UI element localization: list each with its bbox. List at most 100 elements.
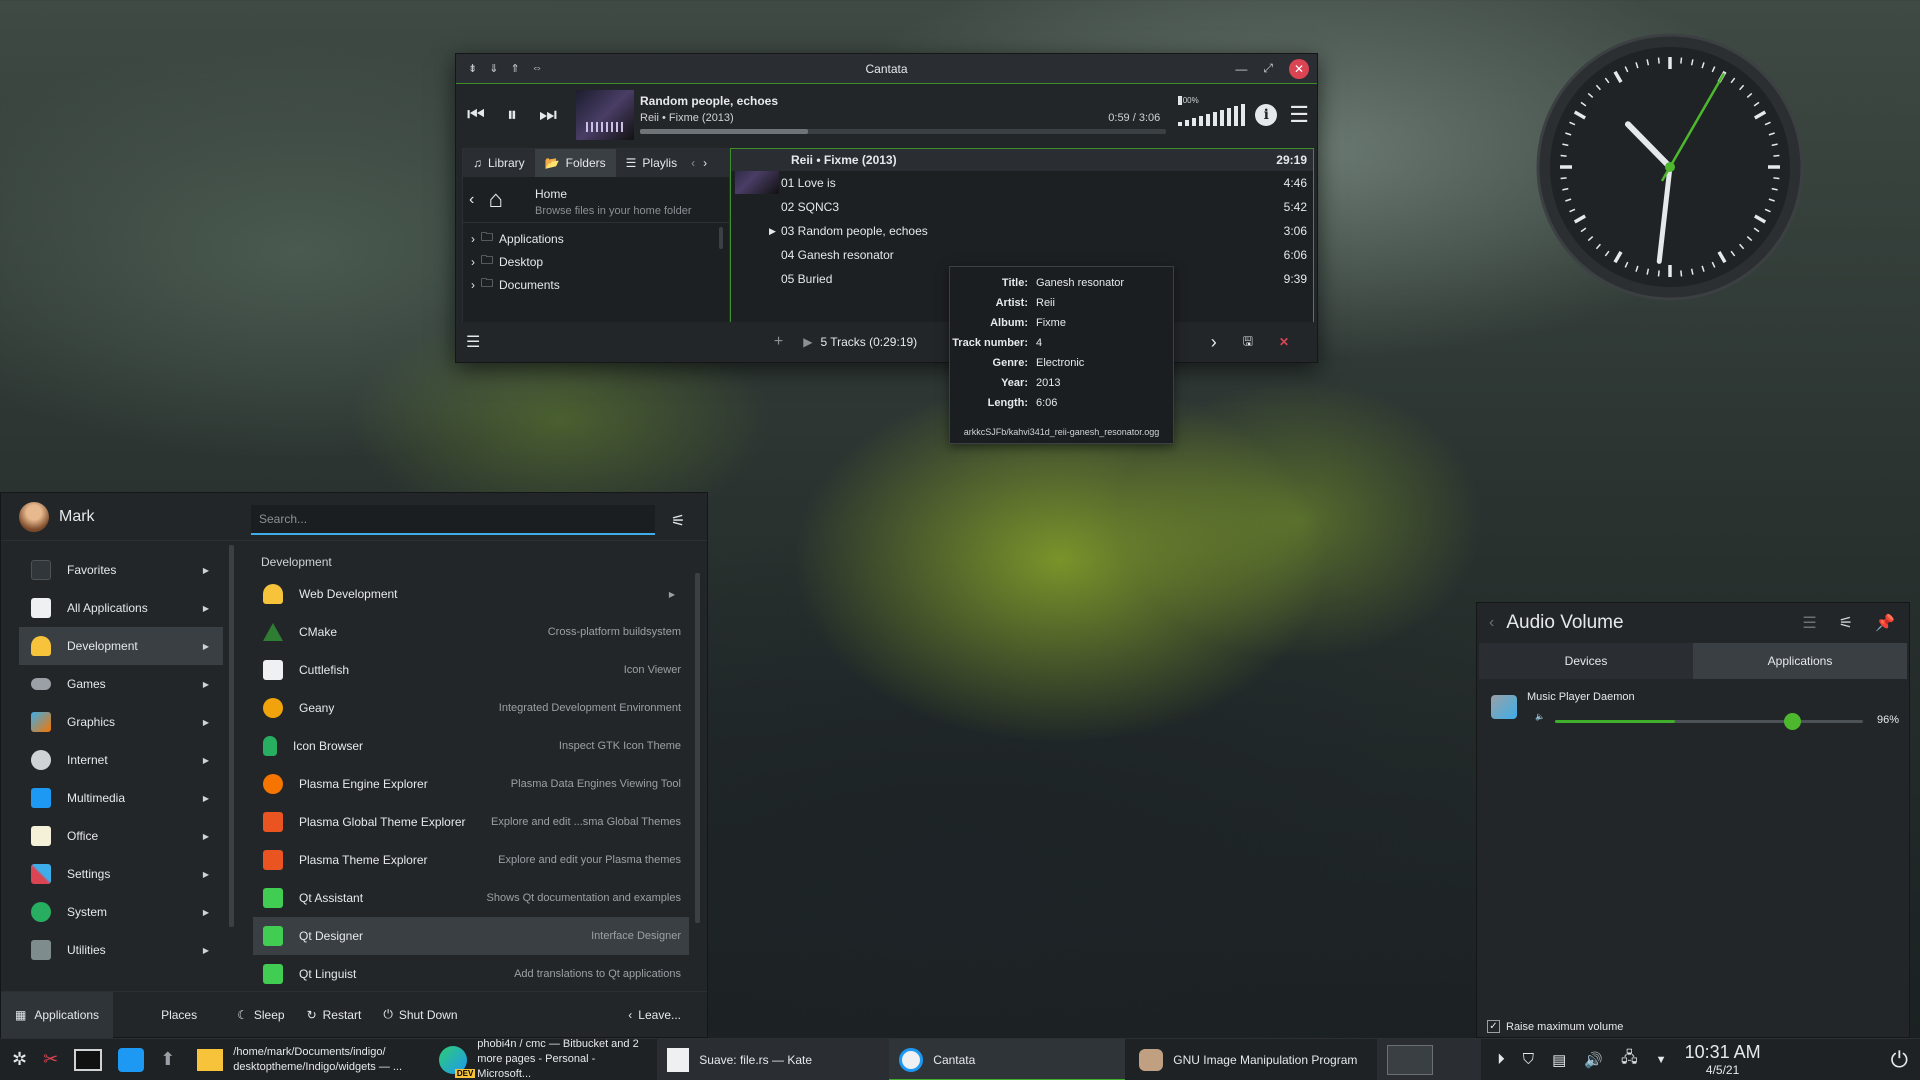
track-row[interactable]: 02 SQNC3 5:42 [731,195,1313,219]
tabs-scroll-left-icon[interactable]: ‹ [687,149,699,177]
list-item[interactable]: Geany Integrated Development Environment [253,689,689,727]
list-item[interactable]: Plasma Engine Explorer Plasma Data Engine… [253,765,689,803]
sidebar-item-internet[interactable]: Internet ▶ [19,741,223,779]
list-item[interactable]: Qt Assistant Shows Qt documentation and e… [253,879,689,917]
minimize-icon[interactable]: — [1235,62,1247,76]
tools-icon[interactable]: ✂ [43,1049,58,1070]
volume-control[interactable]: 100% [1178,96,1246,126]
tabs-scroll-right-icon[interactable]: › [699,149,711,177]
task-cantata[interactable]: Cantata [889,1038,1126,1080]
sidebar-item-system[interactable]: System ▶ [19,893,223,931]
pager[interactable] [1377,1038,1482,1080]
raise-max-volume-checkbox[interactable]: ✓ Raise maximum volume [1487,1020,1623,1033]
menu-icon[interactable]: ☰ [466,332,480,352]
list-item[interactable]: Plasma Global Theme Explorer Explore and … [253,803,689,841]
folder-item[interactable]: › 🗀 Desktop [463,250,729,273]
expand-arrow-icon[interactable]: › [471,278,475,292]
tab-applications[interactable]: Applications [1693,643,1907,679]
play-icon[interactable]: ▶ [803,335,812,349]
sidebar-item-office[interactable]: Office ▶ [19,817,223,855]
tab-places[interactable]: Places [113,992,211,1038]
network-icon[interactable]: 🖧 [1621,1047,1638,1072]
folder-item[interactable]: › 🗀 Applications [463,227,729,250]
clipboard-icon[interactable]: ▤ [1552,1051,1566,1069]
tab-applications[interactable]: ▦ Applications [1,991,114,1038]
list-icon[interactable]: ☰ [1802,613,1816,633]
task-edge[interactable]: DEV phobi4n / cmc — Bitbucket and 2 more … [429,1038,657,1080]
previous-track-button[interactable]: ⏮ [464,104,488,127]
mute-icon[interactable]: 🔈 [1535,712,1545,721]
keep-above-icon[interactable]: ⇑ [510,62,519,75]
menu-icon[interactable]: ☰ [1289,102,1309,128]
list-item[interactable]: Qt Designer Interface Designer [253,917,689,955]
list-item[interactable]: Cuttlefish Icon Viewer [253,651,689,689]
expand-arrow-icon[interactable]: › [471,255,475,269]
next-track-button[interactable]: ⏭ [536,104,560,127]
back-icon[interactable]: ‹ [1489,614,1494,632]
search-input[interactable]: Search... [251,505,655,535]
track-row[interactable]: 01 Love is 4:46 [731,171,1313,195]
track-row[interactable]: ▶ 03 Random people, echoes 3:06 [731,219,1313,243]
close-button[interactable]: ✕ [1289,58,1309,79]
leave-button[interactable]: ‹ Leave... [628,1008,681,1022]
tab-library[interactable]: ♫ Library [463,149,535,177]
sidebar-item-settings[interactable]: Settings ▶ [19,855,223,893]
sidebar-item-multimedia[interactable]: Multimedia ▶ [19,779,223,817]
configure-icon[interactable]: ⚟ [671,511,685,531]
terminal-icon[interactable] [74,1048,103,1071]
shade-icon[interactable]: ⇓ [489,62,498,75]
volume-slider-handle[interactable] [1783,713,1801,730]
power-icon[interactable]: ⏻ [1891,1047,1908,1073]
sidebar-item-favorites[interactable]: Favorites ▶ [19,551,223,589]
next-icon[interactable]: › [1211,332,1217,353]
maximize-icon[interactable]: ⤢ [1263,61,1273,76]
sidebar-item-development[interactable]: Development ▶ [19,627,223,665]
back-icon[interactable]: ‹ [469,191,474,209]
shield-icon[interactable]: ⛉ [1523,1051,1534,1068]
folder-scrollbar[interactable] [719,227,723,249]
list-item[interactable]: Qt Linguist Add translations to Qt applic… [253,955,689,993]
seek-bar[interactable] [640,129,1167,134]
digital-clock[interactable]: 10:31 AM 4/5/21 [1685,1042,1761,1078]
tab-playlists[interactable]: ☰ Playlis [616,149,687,177]
sleep-button[interactable]: ☾ Sleep [237,1008,284,1022]
track-row[interactable]: 04 Ganesh resonator 6:06 [731,243,1313,267]
sidebar-scrollbar[interactable] [229,545,234,927]
sidebar-item-utilities[interactable]: Utilities ▶ [19,931,223,969]
mail-icon[interactable] [118,1047,145,1072]
pager-desktop[interactable] [1387,1044,1434,1075]
keep-below-icon[interactable]: ⇟ [468,62,477,75]
installer-icon[interactable]: ⬆ [160,1049,175,1070]
sidebar-item-games[interactable]: Games ▶ [19,665,223,703]
checkbox-checked-icon[interactable]: ✓ [1487,1020,1500,1033]
configure-icon[interactable]: ⚟ [1839,613,1853,633]
task-gimp[interactable]: GNU Image Manipulation Program [1125,1039,1371,1080]
tray-expand-icon[interactable]: ▼ [1656,1054,1667,1066]
list-item[interactable]: Plasma Theme Explorer Explore and edit yo… [253,841,689,879]
info-icon[interactable]: i [1255,104,1278,126]
pin-icon[interactable]: 📌 [1875,613,1895,633]
media-player-icon[interactable]: ⏵ [1497,1051,1505,1068]
task-kate[interactable]: Suave: file.rs — Kate [657,1038,890,1080]
expand-arrow-icon[interactable]: › [471,232,475,246]
task-dolphin[interactable]: /home/mark/Documents/indigo/desktoptheme… [187,1039,429,1080]
app-list-scrollbar[interactable] [695,573,700,923]
list-item[interactable]: Web Development ▶ [253,575,689,613]
volume-slider[interactable] [1555,713,1863,730]
tab-folders[interactable]: 📂 Folders [534,149,616,177]
sidebar-item-graphics[interactable]: Graphics ▶ [19,703,223,741]
add-icon[interactable]: + [774,333,783,351]
window-titlebar[interactable]: ⇟ ⇓ ⇑ ⇔ Cantata — ⤢ ✕ [456,54,1317,84]
folder-item[interactable]: › 🗀 Documents [463,273,729,296]
list-item[interactable]: Icon Browser Inspect GTK Icon Theme [253,727,689,765]
clear-queue-icon[interactable]: ✕ [1279,335,1289,349]
list-item[interactable]: CMake Cross-platform buildsystem [253,613,689,651]
sidebar-item-all-applications[interactable]: All Applications ▶ [19,589,223,627]
application-launcher-icon[interactable]: ✲ [12,1049,27,1070]
shutdown-button[interactable]: ⏻ Shut Down [383,1007,457,1022]
resize-icon[interactable]: ⇔ [532,62,543,75]
pause-button[interactable]: ⏸ [500,104,524,127]
restart-button[interactable]: ↻ Restart [307,1008,362,1022]
avatar[interactable] [19,501,49,532]
album-header-row[interactable]: Reii • Fixme (2013) 29:19 [731,149,1313,171]
